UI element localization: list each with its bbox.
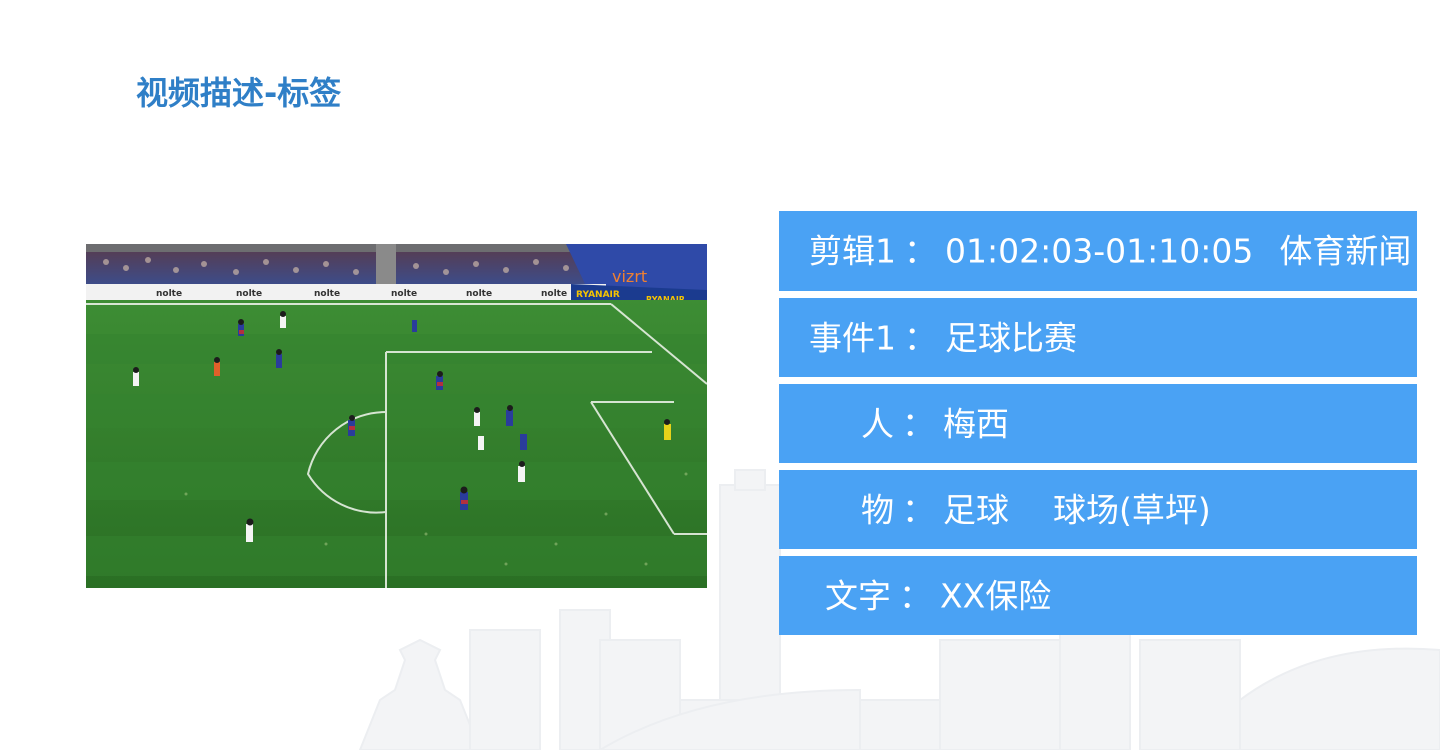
tag-label: 事件1 bbox=[809, 318, 896, 357]
ad-board-text: nolte bbox=[156, 289, 182, 299]
slide: 视频描述-标签 nolte nolte nolte nolte nolte no… bbox=[0, 0, 1440, 750]
tag-separator: ： bbox=[902, 490, 935, 529]
tag-value: 足球 bbox=[943, 490, 1009, 529]
tag-value: 足球比赛 bbox=[945, 318, 1077, 357]
sponsor-logo: vizrt bbox=[612, 267, 647, 286]
ad-board-text: nolte bbox=[466, 289, 492, 299]
tag-separator: ： bbox=[904, 318, 937, 357]
ad-board-text: nolte bbox=[314, 289, 340, 299]
tag-row-text[interactable]: 文字： XX保险 bbox=[779, 556, 1417, 635]
ad-board-text: nolte bbox=[541, 289, 567, 299]
tag-label: 人 bbox=[861, 404, 894, 443]
sponsor-banner: RYANAIR bbox=[576, 290, 620, 300]
tag-label: 剪辑1 bbox=[809, 231, 896, 271]
tag-separator: ： bbox=[902, 404, 935, 443]
tag-label: 物 bbox=[861, 490, 894, 529]
ad-board-text: nolte bbox=[236, 289, 262, 299]
tag-row-event[interactable]: 事件1：足球比赛 bbox=[779, 298, 1417, 377]
tag-label: 文字 bbox=[825, 576, 891, 615]
slide-title: 视频描述-标签 bbox=[136, 74, 342, 112]
tag-value-extra: 球场(草坪) bbox=[1053, 490, 1211, 529]
tag-category: 体育新闻 bbox=[1279, 231, 1412, 271]
tag-value: 梅西 bbox=[943, 404, 1009, 443]
football-match-frame: nolte nolte nolte nolte nolte nolte RYAN… bbox=[86, 244, 707, 588]
tag-row-object[interactable]: 物：足球 球场(草坪) bbox=[779, 470, 1417, 549]
tag-panel: 剪辑1： 01:02:03-01:10:05 体育新闻 事件1：足球比赛 人：梅西 … bbox=[779, 211, 1417, 635]
tag-separator: ： bbox=[899, 576, 932, 615]
tag-value: XX保险 bbox=[940, 576, 1052, 615]
video-thumbnail[interactable]: nolte nolte nolte nolte nolte nolte RYAN… bbox=[86, 244, 707, 588]
tag-row-person[interactable]: 人：梅西 bbox=[779, 384, 1417, 463]
tag-row-clip[interactable]: 剪辑1： 01:02:03-01:10:05 体育新闻 bbox=[779, 211, 1417, 291]
tag-separator: ： bbox=[904, 231, 937, 271]
ad-board-text: nolte bbox=[391, 289, 417, 299]
tag-timecode: 01:02:03-01:10:05 bbox=[945, 231, 1254, 271]
